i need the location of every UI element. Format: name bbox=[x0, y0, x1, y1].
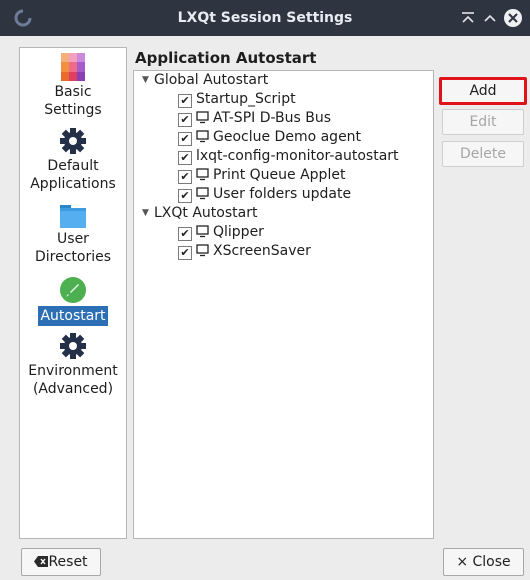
close-label: Close bbox=[472, 554, 511, 570]
item-label: User folders update bbox=[213, 186, 352, 202]
sidebar-label: Applications bbox=[30, 176, 116, 192]
group-label: Global Autostart bbox=[154, 72, 269, 88]
sidebar-label: Basic bbox=[54, 84, 92, 100]
rocket-icon bbox=[60, 277, 86, 303]
close-button[interactable]: × Close bbox=[443, 548, 524, 576]
list-item[interactable]: ✔ AT-SPI D-Bus Bus bbox=[178, 109, 331, 128]
checkbox[interactable]: ✔ bbox=[178, 227, 192, 241]
item-label: Startup_Script bbox=[196, 91, 296, 107]
list-item[interactable]: ✔ Startup_Script bbox=[178, 90, 296, 109]
list-item[interactable]: ✔ Print Queue Applet bbox=[178, 166, 345, 185]
list-item[interactable]: ✔ lxqt-config-monitor-autostart bbox=[178, 147, 399, 166]
item-label: lxqt-config-monitor-autostart bbox=[196, 148, 399, 164]
checkbox[interactable]: ✔ bbox=[178, 189, 192, 203]
delete-button[interactable]: Delete bbox=[442, 141, 524, 167]
reset-label: Reset bbox=[48, 554, 88, 570]
checkbox[interactable]: ✔ bbox=[178, 94, 192, 108]
sidebar-label: Autostart bbox=[38, 306, 108, 326]
checkbox[interactable]: ✔ bbox=[178, 170, 192, 184]
item-label: XScreenSaver bbox=[213, 243, 311, 259]
gear-icon bbox=[60, 128, 86, 154]
sidebar-label: Environment bbox=[28, 363, 118, 379]
monitor-icon bbox=[196, 168, 209, 181]
list-item[interactable]: ✔ Qlipper bbox=[178, 223, 264, 242]
window-title: LXQt Session Settings bbox=[177, 10, 353, 26]
gear-icon bbox=[60, 333, 86, 359]
maximize-icon[interactable] bbox=[480, 8, 500, 28]
folder-icon bbox=[60, 205, 86, 228]
sidebar-item-autostart[interactable]: Autostart bbox=[20, 276, 126, 326]
item-label: Qlipper bbox=[213, 224, 264, 240]
minimize-up-icon[interactable] bbox=[458, 8, 478, 28]
checkbox[interactable]: ✔ bbox=[178, 246, 192, 260]
page-title: Application Autostart bbox=[135, 49, 317, 67]
item-label: Print Queue Applet bbox=[213, 167, 346, 183]
sidebar-item-user-directories[interactable]: User Directories bbox=[20, 202, 126, 266]
category-sidebar: Basic Settings Default Applications User… bbox=[19, 47, 127, 539]
group-label: LXQt Autostart bbox=[154, 205, 258, 221]
checkbox[interactable]: ✔ bbox=[178, 132, 192, 146]
edit-button[interactable]: Edit bbox=[442, 109, 524, 135]
list-item[interactable]: ✔ XScreenSaver bbox=[178, 242, 311, 261]
reset-button[interactable]: Reset bbox=[21, 548, 101, 576]
monitor-icon bbox=[196, 244, 209, 257]
collapse-arrow-icon[interactable]: ▼ bbox=[142, 204, 154, 223]
add-button[interactable]: Add bbox=[439, 77, 527, 105]
sidebar-label: User bbox=[57, 231, 89, 247]
checkbox[interactable]: ✔ bbox=[178, 151, 192, 165]
sidebar-label: Default bbox=[47, 158, 99, 174]
monitor-icon bbox=[196, 225, 209, 238]
sidebar-item-environment[interactable]: Environment (Advanced) bbox=[20, 332, 126, 398]
item-label: AT-SPI D-Bus Bus bbox=[213, 110, 332, 126]
backspace-icon bbox=[34, 556, 49, 567]
monitor-icon bbox=[196, 130, 209, 143]
autostart-tree: ▼ Global Autostart ✔ Startup_Script ✔ AT-SP… bbox=[133, 70, 434, 539]
checkbox[interactable]: ✔ bbox=[178, 113, 192, 127]
sidebar-item-default-applications[interactable]: Default Applications bbox=[20, 127, 126, 193]
sidebar-label: Settings bbox=[44, 102, 102, 118]
close-icon[interactable] bbox=[503, 8, 523, 28]
color-palette-icon bbox=[61, 53, 85, 81]
sidebar-label: (Advanced) bbox=[32, 381, 114, 397]
tree-group-lxqt[interactable]: ▼ LXQt Autostart bbox=[142, 204, 257, 223]
sidebar-item-basic-settings[interactable]: Basic Settings bbox=[20, 53, 126, 119]
sidebar-label: Directories bbox=[34, 249, 112, 265]
title-bar: LXQt Session Settings bbox=[0, 0, 530, 36]
item-label: Geoclue Demo agent bbox=[213, 129, 362, 145]
tree-group-global[interactable]: ▼ Global Autostart bbox=[142, 71, 268, 90]
monitor-icon bbox=[196, 111, 209, 124]
collapse-arrow-icon[interactable]: ▼ bbox=[142, 71, 154, 90]
list-item[interactable]: ✔ Geoclue Demo agent bbox=[178, 128, 361, 147]
close-x-icon: × bbox=[456, 554, 469, 570]
monitor-icon bbox=[196, 187, 209, 200]
list-item[interactable]: ✔ User folders update bbox=[178, 185, 351, 204]
